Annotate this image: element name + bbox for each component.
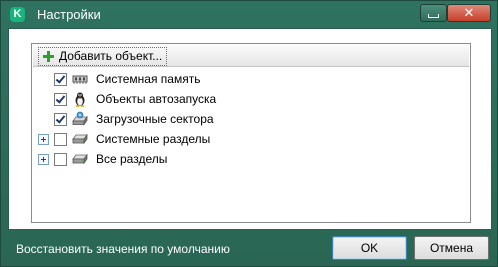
tux-penguin-icon	[75, 92, 85, 107]
ok-button[interactable]: OK	[332, 236, 407, 260]
checkbox-system-memory[interactable]	[54, 73, 67, 86]
hard-drive-icon	[72, 133, 88, 145]
plus-icon	[43, 51, 54, 62]
tree-item-system-memory[interactable]: Системная память	[32, 70, 468, 89]
window-title: Настройки	[37, 7, 101, 22]
close-icon: ✕	[463, 5, 475, 20]
add-object-label: Добавить объект...	[59, 49, 163, 63]
add-object-button[interactable]: Добавить объект...	[38, 47, 168, 66]
tree-item-boot-sectors[interactable]: Загрузочные сектора	[32, 110, 468, 129]
tree-item-label: Объекты автозапуска	[96, 92, 217, 106]
hard-drive-icon	[72, 153, 88, 165]
dialog-content: Добавить объект... Системная память Объе…	[8, 28, 492, 230]
tree-item-system-partitions[interactable]: Системные разделы	[32, 130, 468, 149]
tree-item-label: Загрузочные сектора	[96, 112, 214, 126]
toolbar: Добавить объект...	[33, 45, 469, 67]
memory-chip-icon	[72, 75, 88, 84]
checkbox-all-partitions[interactable]	[54, 153, 67, 166]
close-button[interactable]: ✕	[447, 4, 491, 22]
scan-scope-panel: Добавить объект... Системная память Объе…	[31, 43, 471, 223]
checkbox-autorun-objects[interactable]	[54, 93, 67, 106]
cancel-button[interactable]: Отмена	[414, 236, 489, 260]
tree-item-label: Системные разделы	[96, 132, 211, 146]
expand-system-partitions[interactable]	[38, 134, 49, 145]
tree-item-all-partitions[interactable]: Все разделы	[32, 150, 468, 169]
boot-sector-drive-icon	[72, 111, 88, 126]
tree-item-label: Все разделы	[96, 152, 168, 166]
settings-window: K Настройки ✕ Добавить объект... Системн…	[0, 0, 498, 267]
minimize-button[interactable]	[420, 4, 447, 22]
minimize-icon	[428, 14, 439, 18]
kaspersky-k-icon: K	[10, 7, 25, 22]
tree-item-label: Системная память	[96, 72, 201, 86]
checkbox-system-partitions[interactable]	[54, 133, 67, 146]
expand-all-partitions[interactable]	[38, 154, 49, 165]
tree-item-autorun-objects[interactable]: Объекты автозапуска	[32, 90, 468, 109]
restore-defaults-link[interactable]: Восстановить значения по умолчанию	[16, 242, 230, 256]
title-bar[interactable]: K Настройки ✕	[1, 1, 497, 29]
checkbox-boot-sectors[interactable]	[54, 113, 67, 126]
